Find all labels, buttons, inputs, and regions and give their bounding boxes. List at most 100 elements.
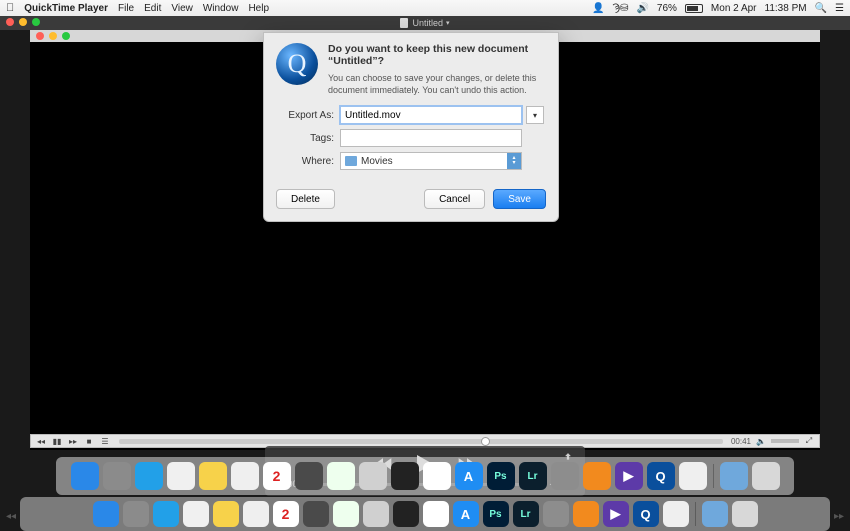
strip-total-time: 00:41 xyxy=(731,437,751,446)
dock-app-chrome[interactable] xyxy=(183,501,209,527)
minimize-window-button[interactable] xyxy=(19,18,27,26)
dock-app-photoshop[interactable]: Ps xyxy=(487,462,515,490)
strip-stop-button[interactable]: ■ xyxy=(83,436,95,446)
dock-app-trash[interactable] xyxy=(752,462,780,490)
dock-app-terminal[interactable] xyxy=(391,462,419,490)
strip-track[interactable] xyxy=(119,439,723,444)
spotlight-icon[interactable]: 🔍 xyxy=(815,3,827,14)
dock-app-calendar[interactable]: 2 xyxy=(263,462,291,490)
dock-app-photos[interactable] xyxy=(423,462,451,490)
where-select[interactable]: Movies ▴▾ xyxy=(340,152,522,170)
dock-app-photobooth[interactable] xyxy=(679,462,707,490)
dock-app-notes[interactable] xyxy=(213,501,239,527)
apple-menu[interactable]:  xyxy=(6,2,14,14)
dock-app-vlc[interactable] xyxy=(573,501,599,527)
where-value: Movies xyxy=(361,156,393,167)
dock-app-reminders[interactable] xyxy=(231,462,259,490)
strip-volume-track[interactable] xyxy=(771,439,799,443)
desktop-next-arrow[interactable]: ▸▸ xyxy=(828,501,850,531)
dock-app-maps[interactable] xyxy=(333,501,359,527)
dock-app-launchpad[interactable] xyxy=(103,462,131,490)
dock-app-quicktime[interactable]: Q xyxy=(633,501,659,527)
expand-save-panel-button[interactable]: ▾ xyxy=(526,106,544,124)
dock-app-lightroom[interactable]: Lr xyxy=(513,501,539,527)
tags-input[interactable] xyxy=(340,129,522,147)
strip-rewind-button[interactable]: ◂◂ xyxy=(35,436,47,446)
folder-icon xyxy=(345,156,357,166)
quicktime-app-icon xyxy=(276,43,318,85)
strip-fullscreen-button[interactable]: ⤢ xyxy=(803,436,815,446)
close-window-button[interactable] xyxy=(6,18,14,26)
strip-list-button[interactable]: ☰ xyxy=(99,436,111,446)
menu-help[interactable]: Help xyxy=(248,3,269,14)
save-dialog: Do you want to keep this new document “U… xyxy=(263,32,559,222)
dock-app-finder[interactable] xyxy=(71,462,99,490)
dock-app-settings[interactable] xyxy=(543,501,569,527)
dock-app-mission[interactable] xyxy=(295,462,323,490)
window-title: Untitled xyxy=(412,18,443,28)
dock-app-mission[interactable] xyxy=(303,501,329,527)
dock-app-terminal[interactable] xyxy=(393,501,419,527)
notification-icon[interactable]: ☰ xyxy=(835,3,844,14)
save-button[interactable]: Save xyxy=(493,189,546,209)
volume-icon[interactable]: 🔊 xyxy=(636,3,648,14)
dock-separator xyxy=(713,464,714,488)
menu-view[interactable]: View xyxy=(171,3,193,14)
dock-app-notes[interactable] xyxy=(199,462,227,490)
strip-knob[interactable] xyxy=(481,437,490,446)
dock-app-folder[interactable] xyxy=(720,462,748,490)
dock-app-safari[interactable] xyxy=(153,501,179,527)
dock-app-quicktime[interactable]: Q xyxy=(647,462,675,490)
dock-app-finder[interactable] xyxy=(93,501,119,527)
player-minimize-button[interactable] xyxy=(49,32,57,40)
delete-button[interactable]: Delete xyxy=(276,189,335,209)
player-close-button[interactable] xyxy=(36,32,44,40)
dock-app-safari[interactable] xyxy=(135,462,163,490)
window-traffic-lights xyxy=(6,18,40,26)
player-zoom-button[interactable] xyxy=(62,32,70,40)
menu-bar:  QuickTime Player File Edit View Window… xyxy=(0,0,850,16)
dock-app-maps[interactable] xyxy=(327,462,355,490)
where-label: Where: xyxy=(278,156,340,167)
dock-app-automator[interactable] xyxy=(359,462,387,490)
dock-app-calendar[interactable]: 2 xyxy=(273,501,299,527)
menu-edit[interactable]: Edit xyxy=(144,3,161,14)
desktop-prev-arrow[interactable]: ◂◂ xyxy=(0,501,22,531)
dock-app-folder[interactable] xyxy=(702,501,728,527)
wifi-icon[interactable]: Ϡ⛁ xyxy=(613,3,629,14)
dock-app-lightroom[interactable]: Lr xyxy=(519,462,547,490)
strip-forward-button[interactable]: ▸▸ xyxy=(67,436,79,446)
battery-percent: 76% xyxy=(657,3,677,14)
dock-app-trash[interactable] xyxy=(732,501,758,527)
dock-app-vlc[interactable] xyxy=(583,462,611,490)
dock-app-settings[interactable] xyxy=(551,462,579,490)
dock-app-photos[interactable] xyxy=(423,501,449,527)
dock-app-appstore[interactable]: A xyxy=(455,462,483,490)
chevron-down-icon[interactable]: ▾ xyxy=(446,19,450,27)
dock-separator xyxy=(695,502,696,526)
dock-app-launchpad[interactable] xyxy=(123,501,149,527)
menu-window[interactable]: Window xyxy=(203,3,239,14)
time: 11:38 PM xyxy=(765,3,807,14)
user-icon[interactable]: 👤 xyxy=(592,3,604,14)
cancel-button[interactable]: Cancel xyxy=(424,189,485,209)
tags-label: Tags: xyxy=(278,133,340,144)
export-as-input[interactable] xyxy=(340,106,522,124)
dock-app-appstore[interactable]: A xyxy=(453,501,479,527)
document-icon xyxy=(400,18,408,28)
battery-icon[interactable] xyxy=(685,4,703,13)
dock-app-play[interactable]: ▶ xyxy=(615,462,643,490)
window-titlebar: Untitled ▾ xyxy=(0,16,850,30)
strip-volume-icon[interactable]: 🔈 xyxy=(755,436,767,446)
dock-app-chrome[interactable] xyxy=(167,462,195,490)
zoom-window-button[interactable] xyxy=(32,18,40,26)
dock-app-play[interactable]: ▶ xyxy=(603,501,629,527)
dock-upper: 2 APsLr ▶Q xyxy=(56,457,794,495)
dock-app-photoshop[interactable]: Ps xyxy=(483,501,509,527)
dock-app-automator[interactable] xyxy=(363,501,389,527)
dock-app-reminders[interactable] xyxy=(243,501,269,527)
strip-pause-button[interactable]: ▮▮ xyxy=(51,436,63,446)
dock-app-photobooth[interactable] xyxy=(663,501,689,527)
menu-file[interactable]: File xyxy=(118,3,134,14)
app-name[interactable]: QuickTime Player xyxy=(24,3,108,14)
